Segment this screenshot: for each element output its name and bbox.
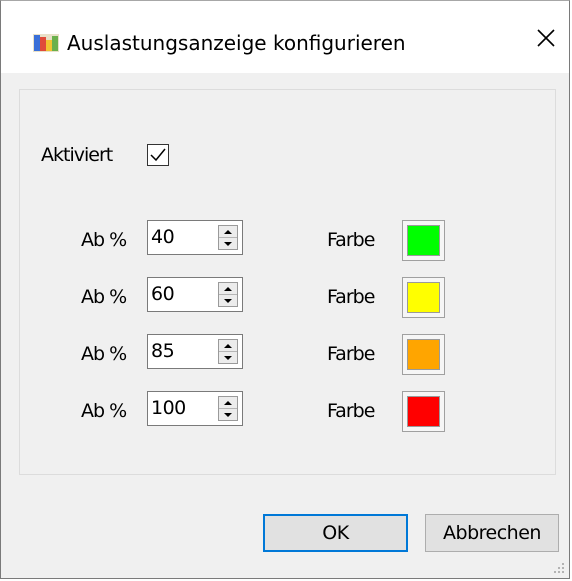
color-swatch — [407, 282, 440, 313]
decrement-button[interactable] — [219, 295, 237, 306]
dialog-title: Auslastungsanzeige konfigurieren — [67, 31, 406, 55]
arrow-down-icon — [224, 298, 232, 303]
dialog-window: Auslastungsanzeige konfigurieren Aktivie… — [0, 0, 570, 579]
decrement-button[interactable] — [219, 409, 237, 420]
threshold-4-value[interactable]: 100 — [151, 397, 186, 419]
arrow-down-icon — [224, 412, 232, 417]
threshold-1-value[interactable]: 40 — [151, 226, 175, 248]
threshold-4-color-button[interactable] — [402, 391, 445, 432]
color-swatch — [407, 339, 440, 370]
arrow-down-icon — [224, 241, 232, 246]
stepper-buttons — [218, 339, 238, 364]
activated-label: Aktiviert — [41, 144, 113, 166]
stepper-buttons — [218, 282, 238, 307]
threshold-3-value[interactable]: 85 — [151, 340, 175, 362]
threshold-2-stepper[interactable]: 60 — [147, 277, 243, 312]
decrement-button[interactable] — [219, 352, 237, 363]
arrow-down-icon — [224, 355, 232, 360]
threshold-label: Ab % — [81, 229, 127, 251]
arrow-up-icon — [224, 400, 232, 405]
threshold-4-stepper[interactable]: 100 — [147, 391, 243, 426]
threshold-2-color-button[interactable] — [402, 277, 445, 318]
color-label: Farbe — [327, 343, 375, 365]
title-bar[interactable]: Auslastungsanzeige konfigurieren — [1, 1, 569, 73]
arrow-up-icon — [224, 286, 232, 291]
threshold-3-stepper[interactable]: 85 — [147, 334, 243, 369]
resize-grip-icon[interactable] — [552, 561, 566, 575]
arrow-up-icon — [224, 229, 232, 234]
increment-button[interactable] — [219, 283, 237, 295]
checkmark-icon — [150, 148, 166, 162]
stepper-buttons — [218, 396, 238, 421]
close-button[interactable] — [523, 15, 569, 61]
activated-checkbox[interactable] — [147, 144, 169, 166]
increment-button[interactable] — [219, 397, 237, 409]
threshold-label: Ab % — [81, 343, 127, 365]
increment-button[interactable] — [219, 226, 237, 238]
color-label: Farbe — [327, 286, 375, 308]
decrement-button[interactable] — [219, 238, 237, 249]
color-label: Farbe — [327, 229, 375, 251]
increment-button[interactable] — [219, 340, 237, 352]
close-icon — [537, 29, 555, 47]
color-swatch — [407, 396, 440, 427]
arrow-up-icon — [224, 343, 232, 348]
threshold-label: Ab % — [81, 400, 127, 422]
app-chart-icon — [33, 34, 59, 52]
color-swatch — [407, 225, 440, 256]
threshold-1-color-button[interactable] — [402, 220, 445, 261]
threshold-1-stepper[interactable]: 40 — [147, 220, 243, 255]
ok-button[interactable]: OK — [263, 514, 408, 552]
stepper-buttons — [218, 225, 238, 250]
threshold-3-color-button[interactable] — [402, 334, 445, 375]
threshold-label: Ab % — [81, 286, 127, 308]
threshold-2-value[interactable]: 60 — [151, 283, 175, 305]
cancel-button[interactable]: Abbrechen — [425, 514, 559, 552]
color-label: Farbe — [327, 400, 375, 422]
